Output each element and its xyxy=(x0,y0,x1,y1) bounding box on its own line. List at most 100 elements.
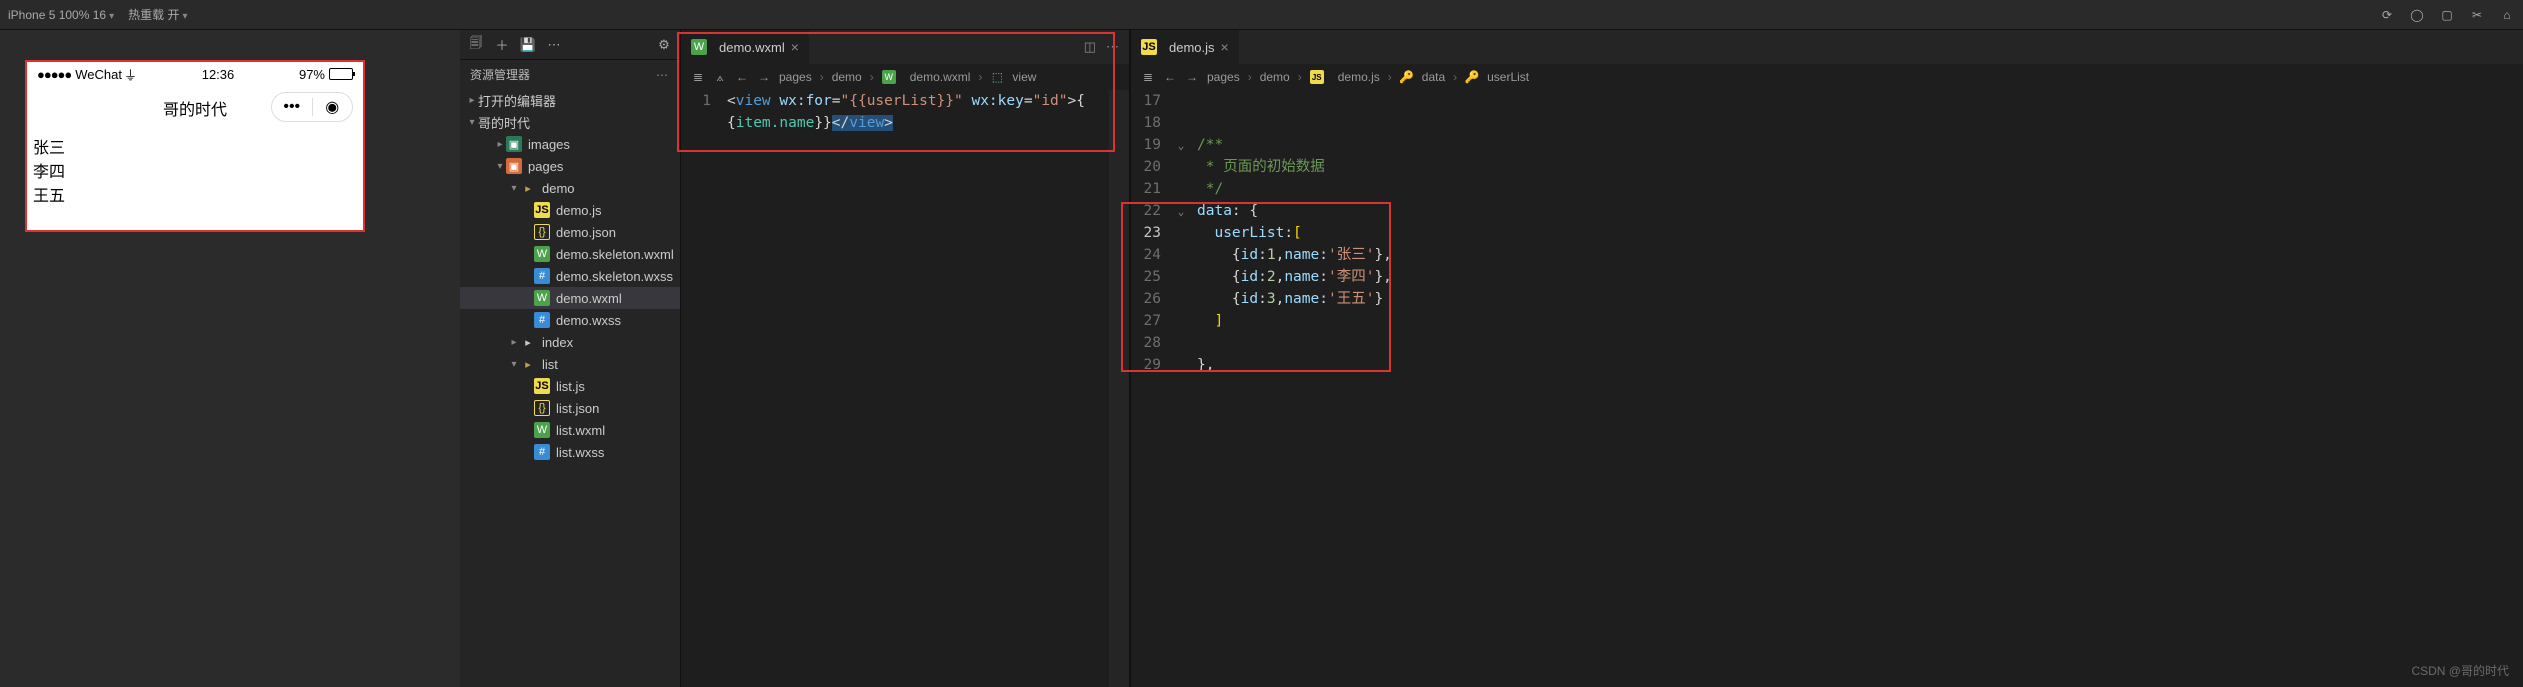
toolbar-icon[interactable]: ⋯ xyxy=(546,37,562,53)
simulator-panel: ●●●●● WeChat ⏚ 12:36 97% 哥的时代 ••• ◉ 张三李四… xyxy=(0,30,460,687)
tree-label: pages xyxy=(528,159,563,174)
settings-icon[interactable]: ⚙ xyxy=(656,37,672,53)
wifi-icon: ⏚ xyxy=(124,65,137,84)
close-icon[interactable]: × xyxy=(1221,39,1229,55)
cut-icon[interactable]: ✂ xyxy=(2469,7,2485,23)
home-icon[interactable]: ⌂ xyxy=(2499,7,2515,23)
wxml-icon: W xyxy=(534,246,550,262)
tree-label: demo xyxy=(542,181,575,196)
js-icon: JS xyxy=(1141,39,1157,55)
tree-row[interactable]: ▸▸index xyxy=(460,331,680,353)
list-item: 王五 xyxy=(33,182,357,206)
hot-reload-toggle[interactable]: 热重载 开 xyxy=(128,6,187,23)
json-icon: {} xyxy=(534,400,550,416)
tab-bar: W demo.wxml × ◫ ⋯ xyxy=(681,30,1129,64)
tree-row[interactable]: ▾▣pages xyxy=(460,155,680,177)
tab-bar: JS demo.js × xyxy=(1131,30,2523,64)
explorer-title: 资源管理器 ⋯ xyxy=(460,60,680,89)
folder-icon: ▸ xyxy=(520,334,536,350)
tree-label: list xyxy=(542,357,558,372)
back-icon[interactable]: ← xyxy=(735,70,749,84)
file-tree: ▸打开的编辑器 ▾哥的时代 ▸▣images▾▣pages▾▸demoJSdem… xyxy=(460,89,680,687)
dir-icon: ▸ xyxy=(520,356,536,372)
carrier-label: WeChat xyxy=(75,67,122,82)
tree-label: index xyxy=(542,335,573,350)
breadcrumb[interactable]: ≣ ⟑ ← → pages› demo› W demo.wxml› ⬚ view xyxy=(681,64,1129,90)
json-icon: {} xyxy=(534,224,550,240)
close-icon[interactable]: × xyxy=(791,39,799,55)
editor-js: JS demo.js × ≣ ← → pages› demo› JS demo.… xyxy=(1130,30,2523,687)
list-item: 张三 xyxy=(33,134,357,158)
tree-label: demo.json xyxy=(556,225,616,240)
tree-project-root[interactable]: ▾哥的时代 xyxy=(460,111,680,133)
tree-row[interactable]: Wlist.wxml xyxy=(460,419,680,441)
tree-row[interactable]: {} demo.json xyxy=(460,221,680,243)
stop-icon[interactable]: ◯ xyxy=(2409,7,2425,23)
wxml-icon: W xyxy=(534,422,550,438)
device-selector[interactable]: iPhone 5 100% 16 xyxy=(8,8,114,22)
tab-demo-js[interactable]: JS demo.js × xyxy=(1131,30,1240,64)
tree-row[interactable]: Wdemo.skeleton.wxml xyxy=(460,243,680,265)
back-icon[interactable]: ← xyxy=(1163,70,1177,84)
tree-label: demo.skeleton.wxss xyxy=(556,269,673,284)
tree-label: list.wxml xyxy=(556,423,605,438)
nav-bar: 哥的时代 ••• ◉ xyxy=(27,86,363,130)
tree-label: list.json xyxy=(556,401,599,416)
capsule[interactable]: ••• ◉ xyxy=(271,92,353,122)
status-time: 12:36 xyxy=(137,67,299,82)
refresh-icon[interactable]: ⟳ xyxy=(2379,7,2395,23)
tree-row[interactable]: ▾▸list xyxy=(460,353,680,375)
capsule-more-icon[interactable]: ••• xyxy=(272,98,312,116)
code-area[interactable]: 17 18 19 20 21 22 23 24 25 26 27 28 29 ⌄… xyxy=(1131,90,2523,687)
forward-icon[interactable]: → xyxy=(1185,70,1199,84)
tree-open-editors[interactable]: ▸打开的编辑器 xyxy=(460,89,680,111)
js-icon: JS xyxy=(534,202,550,218)
tree-label: demo.wxss xyxy=(556,313,621,328)
save-icon[interactable]: 💾 xyxy=(520,37,536,53)
page-title: 哥的时代 xyxy=(163,96,227,120)
tree-row[interactable]: ▾▸demo xyxy=(460,177,680,199)
tree-row[interactable]: {} list.json xyxy=(460,397,680,419)
tree-row[interactable]: ▸▣images xyxy=(460,133,680,155)
device-frame: ●●●●● WeChat ⏚ 12:36 97% 哥的时代 ••• ◉ 张三李四… xyxy=(25,60,365,232)
bookmark-icon[interactable]: ⟑ xyxy=(713,70,727,84)
tree-row[interactable]: Wdemo.wxml xyxy=(460,287,680,309)
watermark: CSDN @哥的时代 xyxy=(2411,662,2509,679)
wxss-icon: # xyxy=(534,312,550,328)
list-icon[interactable]: ≣ xyxy=(1141,70,1155,84)
tree-row[interactable]: # list.wxss xyxy=(460,441,680,463)
img-icon: ▣ xyxy=(506,136,522,152)
pages-icon: ▣ xyxy=(506,158,522,174)
battery-icon xyxy=(329,68,353,80)
wxml-icon: W xyxy=(534,290,550,306)
more-icon[interactable]: ⋯ xyxy=(1106,39,1119,55)
tree-label: list.js xyxy=(556,379,585,394)
tree-label: images xyxy=(528,137,570,152)
tree-row[interactable]: JSdemo.js xyxy=(460,199,680,221)
explorer-panel: 🗐 ＋ 💾 ⋯ ⚙ 资源管理器 ⋯ ▸打开的编辑器 ▾哥的时代 ▸ ▣ images… xyxy=(460,30,680,687)
tab-demo-wxml[interactable]: W demo.wxml × xyxy=(681,30,810,64)
more-icon[interactable]: ⋯ xyxy=(656,68,670,82)
new-file-icon[interactable]: ＋ xyxy=(494,37,510,53)
signal-icon: ●●●●● xyxy=(37,67,71,82)
wxss-icon: # xyxy=(534,444,550,460)
code-area[interactable]: 1 <view wx:for="{{userList}}" wx:key="id… xyxy=(681,90,1129,687)
device-icon[interactable]: ▢ xyxy=(2439,7,2455,23)
status-bar: ●●●●● WeChat ⏚ 12:36 97% xyxy=(27,62,363,86)
tree-row[interactable]: # demo.wxss xyxy=(460,309,680,331)
files-icon[interactable]: 🗐 xyxy=(468,37,484,53)
list-item: 李四 xyxy=(33,158,357,182)
wxss-icon: # xyxy=(534,268,550,284)
tree-row[interactable]: JSlist.js xyxy=(460,375,680,397)
breadcrumb[interactable]: ≣ ← → pages› demo› JS demo.js› 🔑data› 🔑u… xyxy=(1131,64,2523,90)
tree-label: list.wxss xyxy=(556,445,604,460)
tree-label: demo.wxml xyxy=(556,291,622,306)
tree-label: demo.skeleton.wxml xyxy=(556,247,674,262)
list-icon[interactable]: ≣ xyxy=(691,70,705,84)
capsule-close-icon[interactable]: ◉ xyxy=(313,97,353,117)
tree-row[interactable]: # demo.skeleton.wxss xyxy=(460,265,680,287)
split-icon[interactable]: ◫ xyxy=(1084,39,1096,55)
forward-icon[interactable]: → xyxy=(757,70,771,84)
app-toolbar: iPhone 5 100% 16 热重载 开 ⟳ ◯ ▢ ✂ ⌂ xyxy=(0,0,2523,30)
minimap[interactable] xyxy=(1109,90,1129,687)
